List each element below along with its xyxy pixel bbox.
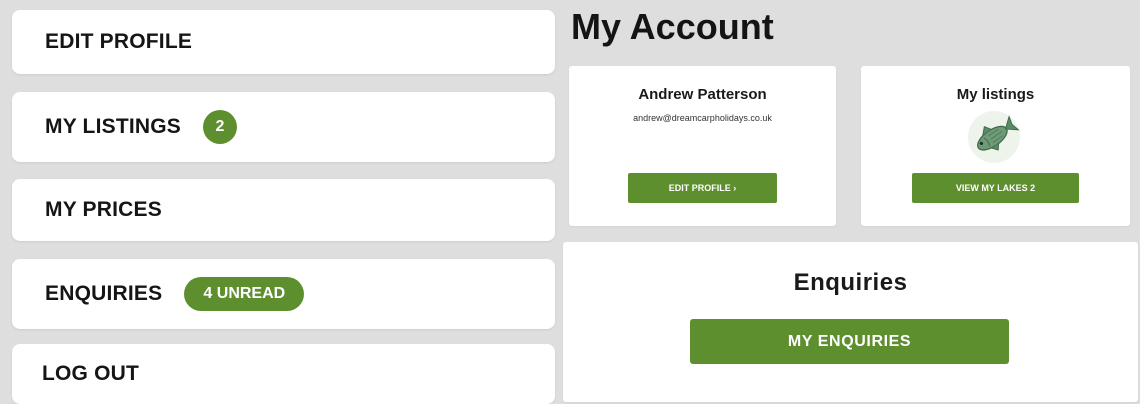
unread-badge: 4 UNREAD — [184, 277, 305, 311]
main-content: My Account Andrew Patterson andrew@dream… — [562, 0, 1140, 402]
sidebar-item-label: ENQUIRIES — [45, 282, 163, 305]
my-enquiries-button[interactable]: MY ENQUIRIES — [690, 319, 1009, 364]
sidebar-item-label: LOG OUT — [42, 362, 140, 385]
sidebar-item-my-listings[interactable]: MY LISTINGS 2 — [12, 92, 555, 162]
enquiries-card: Enquiries MY ENQUIRIES — [563, 242, 1138, 402]
profile-card: Andrew Patterson andrew@dreamcarpholiday… — [569, 66, 836, 226]
listings-title: My listings — [956, 86, 1035, 103]
page-title: My Account — [571, 6, 774, 47]
enquiries-title: Enquiries — [793, 269, 908, 296]
sidebar-item-label: MY LISTINGS — [45, 115, 181, 138]
fish-icon — [966, 109, 1022, 165]
view-my-lakes-button[interactable]: VIEW MY LAKES 2 — [912, 173, 1079, 203]
sidebar-item-label: EDIT PROFILE — [45, 30, 193, 53]
sidebar-item-label: MY PRICES — [45, 198, 162, 221]
profile-name: Andrew Patterson — [638, 86, 767, 103]
sidebar-item-enquiries[interactable]: ENQUIRIES 4 UNREAD — [12, 259, 555, 329]
listings-count-badge: 2 — [203, 110, 237, 144]
sidebar-item-edit-profile[interactable]: EDIT PROFILE — [12, 10, 555, 74]
listings-card: My listings VIEW MY LAKES 2 — [861, 66, 1130, 226]
sidebar: EDIT PROFILE MY LISTINGS 2 MY PRICES ENQ… — [0, 0, 562, 404]
sidebar-item-log-out[interactable]: LOG OUT — [12, 344, 555, 404]
profile-email: andrew@dreamcarpholidays.co.uk — [633, 113, 772, 123]
edit-profile-button[interactable]: EDIT PROFILE › — [628, 173, 777, 203]
sidebar-item-my-prices[interactable]: MY PRICES — [12, 179, 555, 241]
